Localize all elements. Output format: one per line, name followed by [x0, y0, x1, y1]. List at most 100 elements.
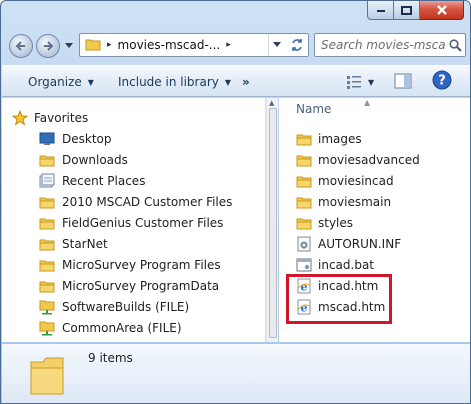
folder-icon	[39, 194, 55, 210]
recent-pages-dropdown-icon[interactable]	[65, 43, 73, 49]
forward-button[interactable]	[36, 34, 60, 58]
scrollbar-thumb[interactable]	[269, 108, 277, 338]
sidebar-item-label: 2010 MSCAD Customer Files	[62, 194, 233, 209]
address-actions	[268, 34, 308, 56]
file-item-label: moviesmain	[318, 194, 392, 209]
breadcrumb-current-folder[interactable]: movies-mscad-...	[118, 38, 221, 52]
breadcrumb-separator-end[interactable]: ▸	[226, 40, 231, 50]
folder-large-icon	[30, 357, 64, 395]
minimize-icon	[376, 10, 385, 12]
folder-icon	[39, 257, 55, 273]
sidebar-item-label: Downloads	[62, 152, 128, 167]
address-bar[interactable]: ▸ movies-mscad-... ▸	[79, 33, 309, 57]
folder-icon	[39, 215, 55, 231]
breadcrumb-separator[interactable]: ▸	[107, 40, 112, 50]
navigation-row: ▸ movies-mscad-... ▸	[1, 28, 470, 64]
chevron-down-icon: ▼	[224, 77, 232, 87]
file-item-images[interactable]: images	[296, 128, 362, 149]
preview-pane-icon	[394, 73, 412, 89]
sidebar-item-label: FieldGenius Customer Files	[62, 215, 224, 230]
folder-icon	[296, 152, 312, 168]
file-item-moviesmain[interactable]: moviesmain	[296, 191, 391, 212]
chevron-down-icon: ▼	[87, 77, 94, 87]
sidebar-item-recent-places[interactable]: Recent Places	[2, 170, 265, 191]
file-item-autorun-inf[interactable]: AUTORUN.INF	[296, 233, 401, 254]
command-bar: Organize ▼ Include in library ▼ » ▼ ?	[2, 65, 470, 97]
favorites-label: Favorites	[34, 110, 89, 125]
maximize-icon	[401, 5, 412, 15]
file-item-label: moviesadvanced	[318, 152, 420, 167]
more-commands-label: »	[242, 75, 250, 89]
file-item-styles[interactable]: styles	[296, 212, 353, 233]
file-item-moviesadvanced[interactable]: moviesadvanced	[296, 149, 420, 170]
include-in-library-label: Include in library	[118, 75, 219, 89]
help-icon: ?	[432, 70, 452, 90]
network-folder-icon	[39, 320, 55, 336]
chevron-down-icon: ▼	[368, 77, 375, 87]
refresh-icon[interactable]	[290, 38, 304, 52]
navigation-scrollbar[interactable]: ▲	[266, 98, 278, 342]
sidebar-item-softwarebuilds-file[interactable]: SoftwareBuilds (FILE)	[2, 296, 265, 317]
file-item-moviesincad[interactable]: moviesincad	[296, 170, 394, 191]
favorites-group[interactable]: Favorites	[12, 107, 265, 128]
organize-button[interactable]: Organize ▼	[28, 73, 94, 91]
forward-arrow-icon	[44, 41, 54, 51]
sidebar-item-label: Desktop	[62, 131, 112, 146]
file-item-label: moviesincad	[318, 173, 394, 188]
search-box[interactable]	[314, 33, 466, 57]
view-options-icon	[347, 76, 361, 89]
more-commands-button[interactable]: »	[242, 73, 250, 91]
network-folder-icon	[39, 299, 55, 315]
folder-icon	[39, 152, 55, 168]
sidebar-item-label: MicroSurvey Program Files	[62, 257, 221, 272]
folder-icon	[296, 173, 312, 189]
sidebar-item-starnet[interactable]: StarNet	[2, 233, 265, 254]
maximize-button[interactable]	[394, 1, 420, 20]
back-button[interactable]	[9, 34, 33, 58]
sidebar-item-fieldgenius-customer-files[interactable]: FieldGenius Customer Files	[2, 212, 265, 233]
folder-icon	[39, 236, 55, 252]
sort-indicator-icon: ▲	[364, 98, 371, 107]
organize-label: Organize	[28, 75, 82, 89]
folder-icon	[85, 37, 101, 54]
change-view-button[interactable]: ▼	[346, 73, 374, 91]
recent-places-icon	[39, 173, 55, 189]
search-input[interactable]	[321, 38, 445, 52]
back-arrow-icon	[15, 41, 25, 51]
file-item-incad-bat[interactable]: incad.bat	[296, 254, 374, 275]
sidebar-item-downloads[interactable]: Downloads	[2, 149, 265, 170]
search-icon[interactable]	[449, 38, 462, 52]
sidebar-item-microsurvey-program-files[interactable]: MicroSurvey Program Files	[2, 254, 265, 275]
explorer-window: ▸ movies-mscad-... ▸ Organize ▼ Include …	[0, 0, 471, 404]
batch-file-icon	[296, 257, 312, 273]
scroll-up-icon[interactable]: ▲	[269, 99, 274, 107]
sidebar-item-label: MicroSurvey ProgramData	[62, 278, 220, 293]
navigation-pane: Favorites Desktop Downloads Recent Places 2…	[2, 98, 266, 342]
preview-pane-button[interactable]	[394, 72, 412, 90]
sidebar-item-label: Recent Places	[62, 173, 146, 188]
help-button[interactable]: ?	[432, 70, 452, 90]
svg-text:?: ?	[438, 74, 446, 89]
close-button[interactable]	[420, 1, 464, 20]
name-column-header[interactable]: Name	[296, 102, 331, 116]
highlight-annotation	[286, 274, 392, 324]
caption-buttons	[367, 1, 464, 21]
item-count: 9 items	[88, 351, 133, 365]
details-pane: 9 items	[2, 343, 470, 403]
sidebar-item-label: StarNet	[62, 236, 108, 251]
address-dropdown-icon[interactable]	[273, 42, 282, 48]
sidebar-item-desktop[interactable]: Desktop	[2, 128, 265, 149]
file-item-label: incad.bat	[318, 257, 374, 272]
folder-icon	[296, 215, 312, 231]
folder-icon	[296, 194, 312, 210]
history-buttons	[9, 32, 73, 60]
sidebar-item-microsurvey-programdata[interactable]: MicroSurvey ProgramData	[2, 275, 265, 296]
file-item-label: AUTORUN.INF	[318, 236, 402, 251]
minimize-button[interactable]	[367, 1, 394, 20]
include-in-library-button[interactable]: Include in library ▼	[118, 73, 231, 91]
sidebar-item-2010-mscad-customer-files[interactable]: 2010 MSCAD Customer Files	[2, 191, 265, 212]
sidebar-item-commonarea-file[interactable]: CommonArea (FILE)	[2, 317, 265, 338]
folder-icon	[39, 278, 55, 294]
sidebar-item-label: CommonArea (FILE)	[62, 320, 182, 335]
file-item-label: styles	[318, 215, 354, 230]
